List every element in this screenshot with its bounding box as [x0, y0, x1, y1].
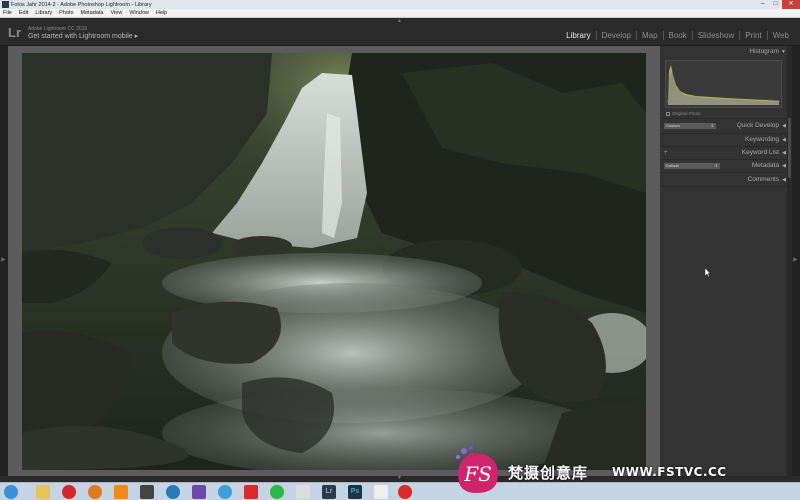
histogram-toggle-icon[interactable]: ▼ — [781, 46, 786, 58]
module-map[interactable]: Map — [635, 31, 663, 40]
exif-focal: 9mm — [704, 98, 714, 103]
comments-header[interactable]: Comments ◀ — [660, 174, 787, 186]
comments-title: Comments — [747, 176, 779, 183]
waterfall-photo — [22, 53, 646, 470]
quick-develop-toggle-icon[interactable]: ◀ — [782, 120, 786, 132]
photoshop-taskbar-icon[interactable]: Ps — [348, 485, 362, 499]
close-button[interactable]: ✕ — [782, 0, 800, 9]
module-slideshow[interactable]: Slideshow — [691, 31, 739, 40]
app-icon-d[interactable] — [374, 485, 388, 499]
lightroom-taskbar-icon[interactable]: Lr — [322, 485, 336, 499]
app-icon-b[interactable] — [218, 485, 232, 499]
spotify-icon[interactable] — [270, 485, 284, 499]
divider — [660, 118, 787, 119]
keywording-header[interactable]: Keywording ◀ — [660, 134, 787, 146]
original-photo-checkbox[interactable] — [666, 111, 670, 116]
right-panel-toggle-icon[interactable]: ▶ — [793, 256, 798, 263]
record-icon[interactable] — [398, 485, 412, 499]
module-library[interactable]: Library — [561, 31, 595, 40]
histogram-title: Histogram — [749, 48, 779, 55]
module-book[interactable]: Book — [662, 31, 692, 40]
app-icon-a[interactable] — [166, 485, 180, 499]
watermark-logo-text: FS — [463, 462, 492, 486]
menu-edit[interactable]: Edit — [19, 10, 28, 16]
minimize-button[interactable]: – — [756, 0, 769, 9]
menu-help[interactable]: Help — [156, 10, 167, 16]
app-icon-c[interactable] — [296, 485, 310, 499]
file-explorer-icon[interactable] — [36, 485, 50, 499]
metadata-toggle-icon[interactable]: ◀ — [782, 160, 786, 172]
watermark-logo: FS — [456, 446, 498, 493]
window-controls: – □ ✕ — [756, 0, 800, 9]
metadata-title: Metadata — [751, 162, 779, 169]
menu-photo[interactable]: Photo — [59, 10, 73, 16]
quick-develop-preset-select[interactable]: Custom ⇕ — [664, 123, 716, 129]
steam-icon[interactable] — [140, 485, 154, 499]
add-keyword-icon[interactable]: + — [664, 147, 668, 159]
divider — [660, 172, 787, 173]
keywording-toggle-icon[interactable]: ◀ — [782, 134, 786, 146]
left-panel-toggle-icon[interactable]: ▶ — [1, 256, 6, 263]
keyword-list-header[interactable]: + Keyword List ◀ — [660, 147, 787, 159]
menu-metadata[interactable]: Metadata — [81, 10, 104, 16]
left-panel-collapsed: ▶ — [0, 46, 8, 476]
keywording-title: Keywording — [745, 136, 779, 143]
metadata-preset-value: Default — [666, 163, 679, 168]
divider — [660, 186, 787, 187]
photo-preview[interactable] — [22, 53, 646, 470]
original-photo-label: Original Photo — [672, 111, 701, 116]
watermark-url: WWW.FSTVC.CC — [612, 465, 727, 479]
maximize-button[interactable]: □ — [769, 0, 782, 9]
exif-iso: ISO 400 — [667, 98, 682, 103]
module-print[interactable]: Print — [739, 31, 766, 40]
mouse-cursor-icon — [705, 268, 711, 277]
right-panel: Histogram ▼ ISO 400 9mm f / 11 1/3 sec O… — [660, 46, 787, 476]
watermark-text: 梵摄创意库 — [508, 464, 589, 482]
module-picker: Library Develop Map Book Slideshow Print… — [561, 31, 794, 40]
opera-icon[interactable] — [62, 485, 76, 499]
start-orb-icon[interactable] — [4, 485, 18, 499]
top-panel-toggle-icon[interactable]: ▲ — [397, 18, 402, 24]
module-web[interactable]: Web — [766, 31, 794, 40]
scrollbar-thumb[interactable] — [788, 118, 791, 178]
menu-file[interactable]: File — [3, 10, 12, 16]
get-started-mobile-link[interactable]: Get started with Lightroom mobile ▸ — [28, 32, 138, 40]
quick-develop-preset-value: Custom — [666, 123, 680, 128]
right-panel-edge: ▶ — [792, 46, 800, 476]
app-icon — [2, 1, 9, 8]
window-title: Fotos Jahr 2014-2 - Adobe Photoshop Ligh… — [11, 1, 152, 8]
module-develop[interactable]: Develop — [595, 31, 636, 40]
histogram-exif: ISO 400 9mm f / 11 1/3 sec — [665, 98, 782, 103]
firefox-icon[interactable] — [88, 485, 102, 499]
exif-aperture: f / 11 — [735, 98, 745, 103]
quick-develop-title: Quick Develop — [736, 122, 779, 129]
visual-studio-icon[interactable] — [192, 485, 206, 499]
windows-taskbar: Lr Ps — [0, 482, 800, 500]
histogram-header[interactable]: Histogram ▼ — [660, 46, 787, 58]
menu-window[interactable]: Window — [129, 10, 149, 16]
youtube-icon[interactable] — [244, 485, 258, 499]
keyword-list-toggle-icon[interactable]: ◀ — [782, 147, 786, 159]
metadata-preset-select[interactable]: Default ⇕ — [664, 163, 720, 169]
original-photo-toggle[interactable]: Original Photo — [666, 111, 701, 116]
vlc-icon[interactable] — [114, 485, 128, 499]
lightroom-logo: Lr — [8, 25, 21, 40]
dropdown-icon: ⇕ — [710, 123, 714, 128]
keyword-list-title: Keyword List — [741, 149, 779, 156]
menu-bar: File Edit Library Photo Metadata View Wi… — [0, 9, 800, 18]
window-title-bar: Fotos Jahr 2014-2 - Adobe Photoshop Ligh… — [0, 0, 800, 9]
dropdown-icon: ⇕ — [714, 163, 718, 168]
comments-toggle-icon[interactable]: ◀ — [782, 174, 786, 186]
filmstrip-toggle-icon[interactable]: ▼ — [397, 475, 402, 481]
menu-library[interactable]: Library — [35, 10, 52, 16]
exif-shutter: 1/3 sec — [767, 98, 780, 103]
menu-view[interactable]: View — [110, 10, 122, 16]
